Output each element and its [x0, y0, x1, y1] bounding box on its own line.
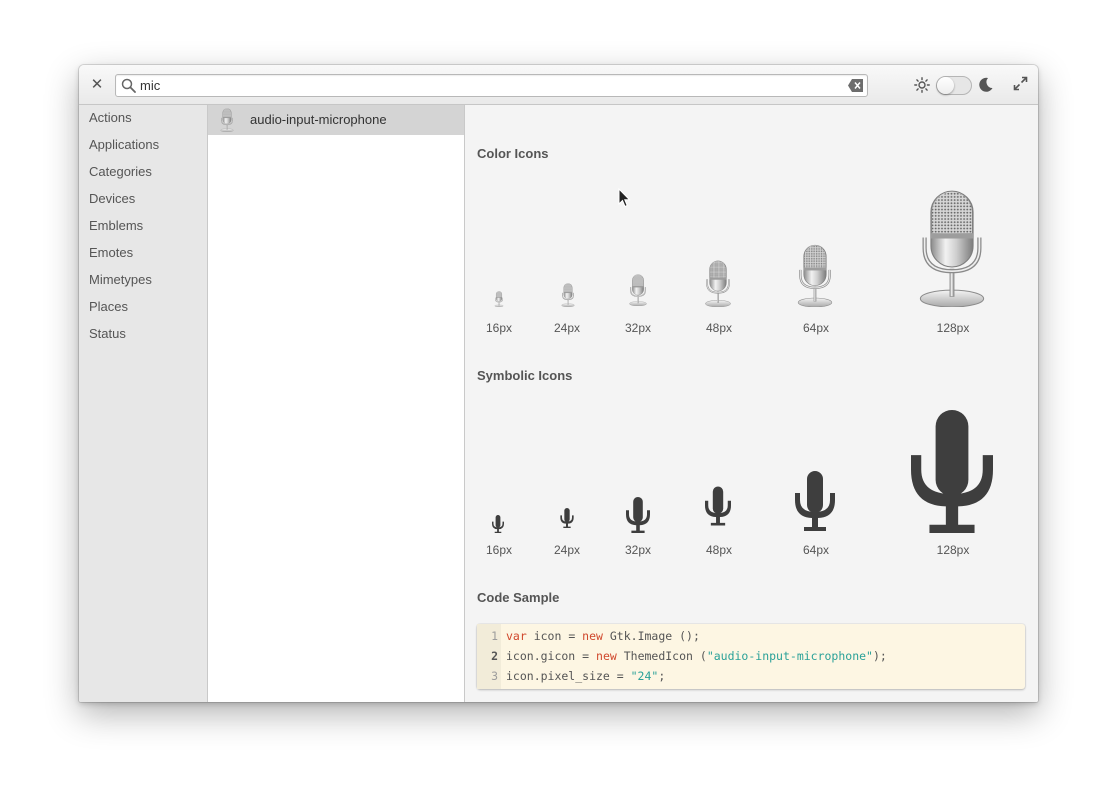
- microphone-icon: [628, 274, 648, 306]
- size-label: 24px: [553, 321, 581, 335]
- mouse-pointer-icon: [618, 188, 631, 208]
- code-text: );: [872, 649, 887, 663]
- sidebar-item-emblems[interactable]: Emblems: [79, 212, 207, 239]
- code-line: 1 var icon = new Gtk.Image ();: [477, 626, 1025, 646]
- search-icon: [121, 78, 136, 93]
- sidebar-item-devices[interactable]: Devices: [79, 185, 207, 212]
- microphone-icon: [917, 189, 987, 307]
- dark-mode-toggle[interactable]: [936, 76, 972, 95]
- microphone-symbolic-icon: [626, 497, 650, 533]
- code-text: ;: [658, 669, 666, 683]
- list-item[interactable]: audio-input-microphone: [208, 105, 464, 135]
- sidebar-item-emotes[interactable]: Emotes: [79, 239, 207, 266]
- code-line: 3 icon.pixel_size = "24";: [477, 666, 1025, 686]
- microphone-icon: [494, 291, 504, 307]
- clear-search-icon[interactable]: [848, 79, 863, 92]
- microphone-symbolic-icon: [560, 508, 574, 528]
- code-text: Gtk.Image ();: [602, 629, 700, 643]
- code-text: icon.gicon =: [506, 649, 597, 663]
- sidebar-item-mimetypes[interactable]: Mimetypes: [79, 266, 207, 293]
- size-label: 48px: [705, 321, 733, 335]
- sidebar-item-status[interactable]: Status: [79, 320, 207, 347]
- close-button[interactable]: ✕: [88, 75, 106, 93]
- size-label: 64px: [802, 543, 830, 557]
- sun-icon: [914, 77, 930, 93]
- size-label: 128px: [936, 321, 970, 335]
- microphone-symbolic-icon: [795, 471, 835, 531]
- line-number: 2: [491, 649, 498, 663]
- search-field[interactable]: [115, 74, 868, 97]
- sidebar-item-actions[interactable]: Actions: [79, 105, 207, 131]
- maximize-icon[interactable]: [1013, 76, 1028, 91]
- microphone-symbolic-icon: [705, 486, 731, 526]
- toggle-knob: [937, 77, 954, 94]
- size-label: 16px: [485, 321, 513, 335]
- size-label: 64px: [802, 321, 830, 335]
- search-input[interactable]: [140, 75, 840, 96]
- code-text: ThemedIcon (: [616, 649, 707, 663]
- sidebar-item-applications[interactable]: Applications: [79, 131, 207, 158]
- icon-detail-pane: Color Icons 16px 24px 32px 48px 64px 128…: [465, 105, 1038, 702]
- code-sample[interactable]: 1 var icon = new Gtk.Image (); 2 icon.gico…: [477, 624, 1025, 689]
- sidebar-item-categories[interactable]: Categories: [79, 158, 207, 185]
- code-keyword: var: [506, 629, 527, 643]
- microphone-symbolic-icon: [492, 515, 504, 533]
- category-sidebar: Actions Applications Categories Devices …: [79, 105, 208, 702]
- app-window: ✕ mic Actions Applications Categories De…: [79, 65, 1038, 702]
- code-keyword: new: [582, 629, 603, 643]
- microphone-symbolic-icon: [911, 410, 993, 533]
- list-item-label: audio-input-microphone: [250, 112, 387, 127]
- code-sample-title: Code Sample: [477, 590, 560, 605]
- line-number: 3: [491, 669, 498, 683]
- size-label: 32px: [624, 321, 652, 335]
- icon-list: audio-input-microphone: [208, 105, 465, 702]
- symbolic-icons-title: Symbolic Icons: [477, 368, 573, 383]
- size-label: 32px: [624, 543, 652, 557]
- code-keyword: new: [596, 649, 617, 663]
- code-string: "24": [630, 669, 659, 683]
- size-label: 48px: [705, 543, 733, 557]
- line-number: 1: [491, 629, 498, 643]
- close-icon: ✕: [90, 75, 104, 93]
- color-icons-title: Color Icons: [477, 146, 549, 161]
- code-string: "audio-input-microphone": [706, 649, 873, 663]
- microphone-icon: [704, 260, 732, 307]
- size-label: 16px: [485, 543, 513, 557]
- code-line: 2 icon.gicon = new ThemedIcon ("audio-inp…: [477, 646, 1025, 666]
- code-text: icon =: [526, 629, 583, 643]
- size-label: 128px: [936, 543, 970, 557]
- microphone-icon: [561, 283, 575, 307]
- microphone-icon: [796, 244, 834, 307]
- header-bar: ✕: [79, 65, 1038, 105]
- microphone-icon: [220, 108, 234, 132]
- moon-icon: [979, 77, 993, 92]
- sidebar-item-places[interactable]: Places: [79, 293, 207, 320]
- code-text: icon.pixel_size =: [506, 669, 631, 683]
- size-label: 24px: [553, 543, 581, 557]
